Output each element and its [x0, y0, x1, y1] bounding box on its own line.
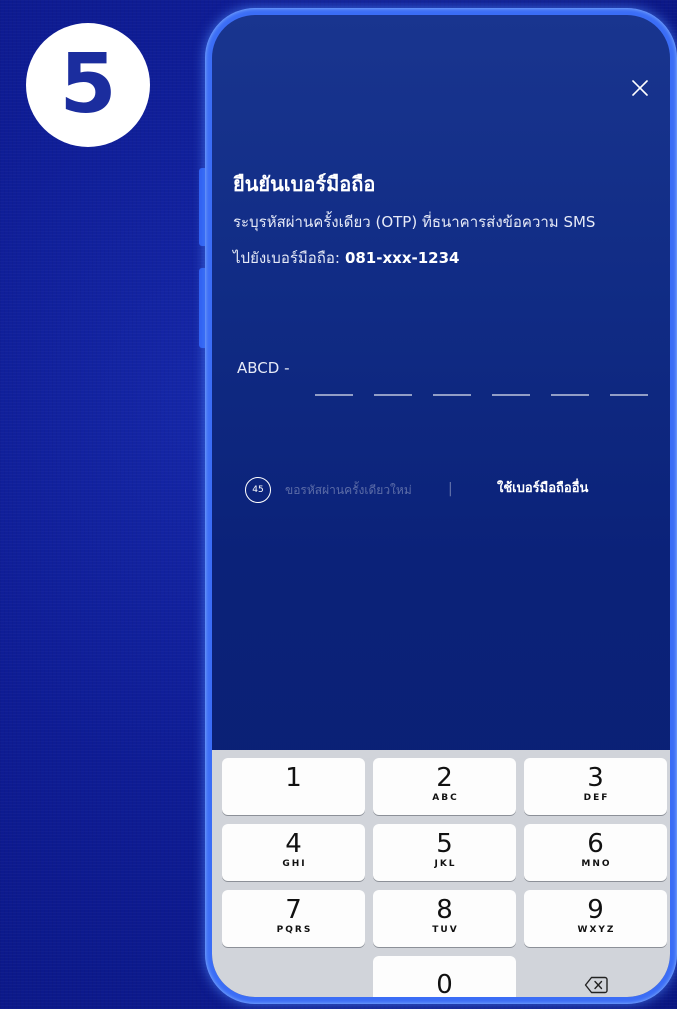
key-letters: JKL: [434, 859, 457, 869]
key-digit: 9: [587, 895, 604, 925]
otp-prefix: ABCD -: [237, 359, 290, 377]
key-7[interactable]: 7 PQRS: [222, 890, 365, 947]
otp-input[interactable]: [315, 394, 648, 396]
otp-digit-slot[interactable]: [315, 394, 353, 396]
phone-number: 081-xxx-1234: [344, 249, 460, 267]
key-letters: WXYZ: [577, 925, 616, 935]
use-other-number-link[interactable]: ใช้เบอร์มือถืออื่น: [497, 480, 588, 498]
otp-screen: ยืนยันเบอร์มือถือ ระบุรหัสผ่านครั้งเดียว…: [212, 15, 670, 997]
key-8[interactable]: 8 TUV: [373, 890, 516, 947]
key-letters: TUV: [432, 925, 459, 935]
key-2[interactable]: 2 ABC: [373, 758, 516, 815]
otp-digit-slot[interactable]: [433, 394, 471, 396]
key-letters: MNO: [581, 859, 612, 869]
key-digit: 8: [436, 895, 453, 925]
key-6[interactable]: 6 MNO: [524, 824, 667, 881]
phone-number-line: ไปยังเบอร์มือถือ: 081-xxx-1234: [233, 240, 459, 276]
key-letters: GHI: [282, 859, 307, 869]
key-digit: 7: [285, 895, 302, 925]
close-icon: [632, 80, 648, 96]
resend-otp-link[interactable]: ขอรหัสผ่านครั้งเดียวใหม่: [285, 481, 412, 499]
key-3[interactable]: 3 DEF: [524, 758, 667, 815]
key-digit: 5: [436, 829, 453, 859]
step-badge: 5: [26, 23, 150, 147]
step-number: 5: [59, 37, 117, 132]
page-title: ยืนยันเบอร์มือถือ: [233, 172, 376, 196]
key-letters: DEF: [583, 793, 610, 803]
key-digit: 2: [436, 763, 453, 793]
otp-digit-slot[interactable]: [610, 394, 648, 396]
key-digit: 3: [587, 763, 604, 793]
key-0[interactable]: 0: [373, 956, 516, 997]
countdown-seconds: 45: [252, 485, 264, 495]
key-digit: 6: [587, 829, 604, 859]
keypad-empty-slot: [222, 956, 365, 997]
link-divider: |: [448, 481, 453, 497]
otp-digit-slot[interactable]: [551, 394, 589, 396]
key-letters: PQRS: [276, 925, 313, 935]
key-5[interactable]: 5 JKL: [373, 824, 516, 881]
close-button[interactable]: [630, 78, 650, 98]
otp-description: ระบุรหัสผ่านครั้งเดียว (OTP) ที่ธนาคารส่…: [233, 213, 596, 231]
otp-digit-slot[interactable]: [374, 394, 412, 396]
key-4[interactable]: 4 GHI: [222, 824, 365, 881]
backspace-icon: [584, 976, 608, 993]
countdown-ring-icon: 45: [245, 477, 271, 503]
key-letters: ABC: [432, 793, 459, 803]
numeric-keypad: 1 2 ABC 3 DEF 4 GHI 5 JKL 6 MNO 7 PQRS 8…: [212, 750, 670, 997]
key-digit: 1: [285, 763, 302, 793]
key-9[interactable]: 9 WXYZ: [524, 890, 667, 947]
key-digit: 4: [285, 829, 302, 859]
key-1[interactable]: 1: [222, 758, 365, 815]
backspace-button[interactable]: [524, 956, 667, 997]
phone-frame: ยืนยันเบอร์มือถือ ระบุรหัสผ่านครั้งเดียว…: [205, 8, 677, 1004]
key-digit: 0: [436, 969, 453, 998]
phone-number-label: ไปยังเบอร์มือถือ:: [233, 249, 340, 267]
otp-digit-slot[interactable]: [492, 394, 530, 396]
